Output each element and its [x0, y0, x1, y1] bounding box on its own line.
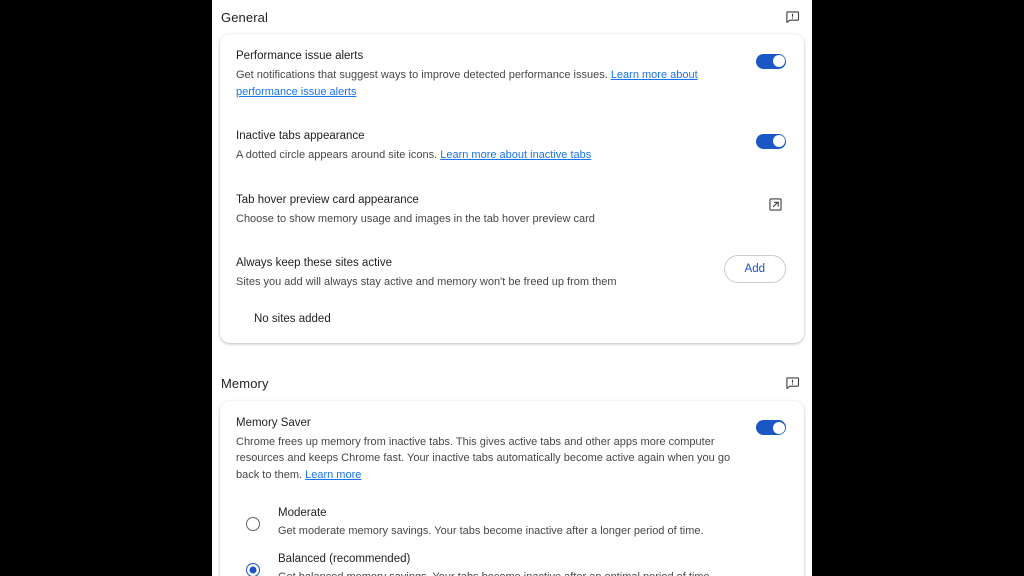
- row-description: A dotted circle appears around site icon…: [236, 147, 742, 164]
- toggle-knob: [772, 55, 785, 67]
- row-description-text: Get notifications that suggest ways to i…: [236, 69, 611, 81]
- learn-more-link-inactive-tabs[interactable]: Learn more about inactive tabs: [440, 149, 591, 161]
- row-inactive-tabs-appearance: Inactive tabs appearance A dotted circle…: [220, 114, 804, 178]
- learn-more-link-memory-saver[interactable]: Learn more: [305, 469, 361, 481]
- section-title-general: General: [221, 9, 268, 25]
- row-performance-issue-alerts: Performance issue alerts Get notificatio…: [220, 34, 804, 114]
- section-header-general: General: [220, 0, 804, 34]
- row-description: Get notifications that suggest ways to i…: [236, 67, 742, 100]
- toggle-knob: [772, 135, 785, 147]
- row-description: Chrome frees up memory from inactive tab…: [236, 434, 742, 484]
- row-control: [756, 128, 786, 154]
- toggle-memory-saver[interactable]: [756, 420, 786, 435]
- row-text-block: Performance issue alerts Get notificatio…: [236, 48, 756, 100]
- row-title: Inactive tabs appearance: [236, 130, 365, 142]
- settings-content: General Performance issue alerts Get not…: [212, 0, 812, 576]
- general-settings-card: Performance issue alerts Get notificatio…: [220, 34, 804, 343]
- row-description: Choose to show memory usage and images i…: [236, 212, 595, 225]
- row-control: [756, 48, 786, 74]
- radio-description: Get balanced memory savings. Your tabs b…: [278, 569, 713, 576]
- settings-page: General Performance issue alerts Get not…: [212, 0, 812, 576]
- memory-settings-card: Memory Saver Chrome frees up memory from…: [220, 400, 804, 576]
- row-text-block: Tab hover preview card appearance Choose…: [236, 192, 764, 228]
- radio-label: Moderate: [278, 507, 327, 519]
- section-title-memory: Memory: [221, 376, 269, 391]
- radio-indicator[interactable]: [246, 563, 260, 576]
- row-control: Add: [723, 255, 786, 283]
- row-memory-saver: Memory Saver Chrome frees up memory from…: [220, 401, 804, 498]
- row-text-block: Always keep these sites active Sites you…: [236, 255, 724, 291]
- radio-option-moderate[interactable]: Moderate Get moderate memory savings. Yo…: [236, 499, 786, 545]
- row-text-block: Memory Saver Chrome frees up memory from…: [236, 415, 756, 484]
- row-title: Performance issue alerts: [236, 50, 364, 62]
- row-text-block: Inactive tabs appearance A dotted circle…: [236, 128, 756, 164]
- no-sites-added-empty-state: No sites added: [254, 312, 331, 325]
- toggle-inactive-tabs-appearance[interactable]: [756, 133, 786, 149]
- radio-text-block: Balanced (recommended) Get balanced memo…: [278, 551, 713, 576]
- row-tab-hover-preview-card[interactable]: Tab hover preview card appearance Choose…: [220, 178, 804, 242]
- toggle-knob: [772, 421, 785, 434]
- row-control: [756, 415, 786, 441]
- radio-text-block: Moderate Get moderate memory savings. Yo…: [278, 505, 704, 539]
- row-control: [764, 192, 786, 218]
- section-header-memory: Memory: [220, 367, 804, 401]
- row-description-text: A dotted circle appears around site icon…: [236, 149, 441, 161]
- feedback-comment-alert-icon[interactable]: [781, 6, 803, 28]
- add-site-button[interactable]: Add: [723, 255, 786, 283]
- radio-description: Get moderate memory savings. Your tabs b…: [278, 525, 704, 537]
- screen-letterbox: General Performance issue alerts Get not…: [0, 0, 1024, 576]
- row-title: Tab hover preview card appearance: [236, 193, 419, 206]
- row-title: Always keep these sites active: [236, 257, 392, 269]
- open-in-new-icon[interactable]: [764, 194, 786, 216]
- row-description: Sites you add will always stay active an…: [236, 276, 617, 288]
- radio-indicator[interactable]: [246, 517, 260, 531]
- row-always-keep-sites-active: Always keep these sites active Sites you…: [220, 241, 804, 305]
- radio-option-balanced[interactable]: Balanced (recommended) Get balanced memo…: [236, 545, 786, 576]
- feedback-comment-alert-icon[interactable]: [781, 373, 803, 395]
- memory-saver-mode-radio-group: Moderate Get moderate memory savings. Yo…: [220, 497, 804, 576]
- radio-label: Balanced (recommended): [278, 553, 411, 565]
- toggle-performance-issue-alerts[interactable]: [756, 53, 786, 69]
- row-title: Memory Saver: [236, 416, 311, 429]
